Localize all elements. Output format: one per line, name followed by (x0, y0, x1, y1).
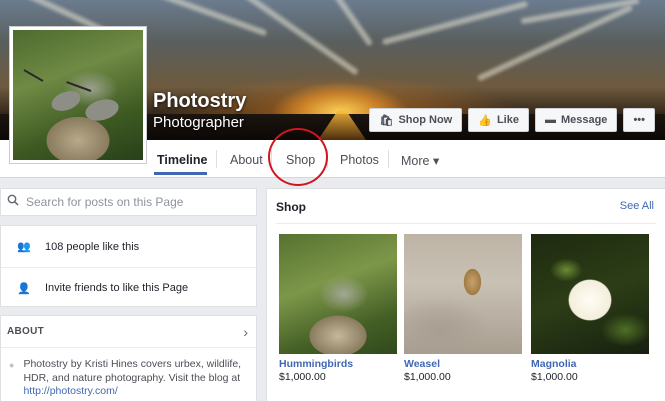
see-all-link[interactable]: See All (620, 200, 654, 212)
cloud-streak (316, 0, 374, 47)
bird-shape (48, 87, 84, 115)
tab-about[interactable]: About (230, 153, 263, 167)
beak-shape (23, 69, 44, 82)
product-magnolia[interactable]: Magnolia $1,000.00 (531, 234, 649, 383)
invite-person-icon: 👤 (17, 282, 31, 295)
cloud-streak (152, 0, 268, 37)
about-header[interactable]: ABOUT › (1, 316, 256, 348)
product-name[interactable]: Magnolia (531, 358, 649, 370)
shopping-bag-icon: 🛍 (379, 114, 394, 127)
shop-now-label: Shop Now (398, 114, 453, 126)
cloud-streak (240, 0, 360, 76)
blog-link[interactable]: http://photostry.com/ (23, 385, 117, 397)
about-heading: ABOUT (7, 326, 45, 337)
tab-timeline[interactable]: Timeline (157, 153, 207, 167)
product-name[interactable]: Hummingbirds (279, 358, 397, 370)
facebook-page: Photostry Photographer 🛍 Shop Now 👍 Like… (0, 0, 665, 401)
shop-card: Shop See All Hummingbirds $1,000.00 Weas… (266, 188, 665, 401)
search-box[interactable]: Search for posts on this Page (0, 188, 257, 216)
product-price: $1,000.00 (531, 371, 578, 383)
cover-actions: 🛍 Shop Now 👍 Like ▬ Message ••• (369, 108, 655, 132)
search-icon (7, 193, 19, 211)
page-stats-card: 👥 108 people like this 👤 Invite friends … (0, 225, 258, 308)
tab-divider (388, 150, 389, 168)
tab-divider (216, 150, 217, 168)
product-image-hummingbirds[interactable] (279, 234, 397, 354)
thumbs-up-icon: 👍 (478, 114, 492, 127)
likes-count-text: 108 people like this (45, 240, 140, 253)
active-tab-indicator (154, 172, 207, 175)
tab-more[interactable]: More ▾ (401, 153, 439, 168)
like-label: Like (496, 114, 519, 126)
shop-divider (276, 223, 656, 224)
product-image-weasel[interactable] (404, 234, 522, 354)
info-icon: ● (9, 360, 15, 370)
product-weasel[interactable]: Weasel $1,000.00 (404, 234, 522, 383)
product-image-magnolia[interactable] (531, 234, 649, 354)
likes-row[interactable]: 👥 108 people like this (1, 226, 258, 267)
cloud-streak (381, 0, 529, 46)
more-actions-button[interactable]: ••• (623, 108, 655, 132)
chevron-right-icon: › (243, 323, 248, 340)
shop-now-button[interactable]: 🛍 Shop Now (369, 108, 463, 132)
bird-shape (82, 95, 122, 125)
about-description: Photostry by Kristi Hines covers urbex, … (23, 358, 250, 399)
about-text: Photostry by Kristi Hines covers urbex, … (23, 358, 242, 384)
tab-photos[interactable]: Photos (340, 153, 379, 167)
people-icon: 👥 (17, 241, 31, 253)
like-button[interactable]: 👍 Like (468, 108, 529, 132)
profile-picture[interactable] (9, 26, 147, 164)
page-category[interactable]: Photographer (153, 114, 244, 131)
message-icon: ▬ (544, 114, 556, 126)
shop-heading[interactable]: Shop (276, 200, 306, 214)
message-label: Message (560, 114, 608, 126)
page-name[interactable]: Photostry (153, 90, 246, 113)
about-card: ABOUT › ● Photostry by Kristi Hines cove… (0, 315, 257, 401)
more-actions-label: ••• (633, 114, 645, 126)
invite-row[interactable]: 👤 Invite friends to like this Page (1, 267, 258, 308)
invite-text: Invite friends to like this Page (45, 282, 189, 294)
highlight-circle (268, 128, 328, 186)
product-hummingbirds[interactable]: Hummingbirds $1,000.00 (279, 234, 397, 383)
product-price: $1,000.00 (279, 371, 326, 383)
search-placeholder[interactable]: Search for posts on this Page (26, 195, 183, 209)
message-button[interactable]: ▬ Message (534, 108, 618, 132)
product-name[interactable]: Weasel (404, 358, 522, 370)
hummingbird-nest-image (13, 30, 143, 160)
about-body: ● Photostry by Kristi Hines covers urbex… (1, 348, 256, 399)
product-price: $1,000.00 (404, 371, 451, 383)
